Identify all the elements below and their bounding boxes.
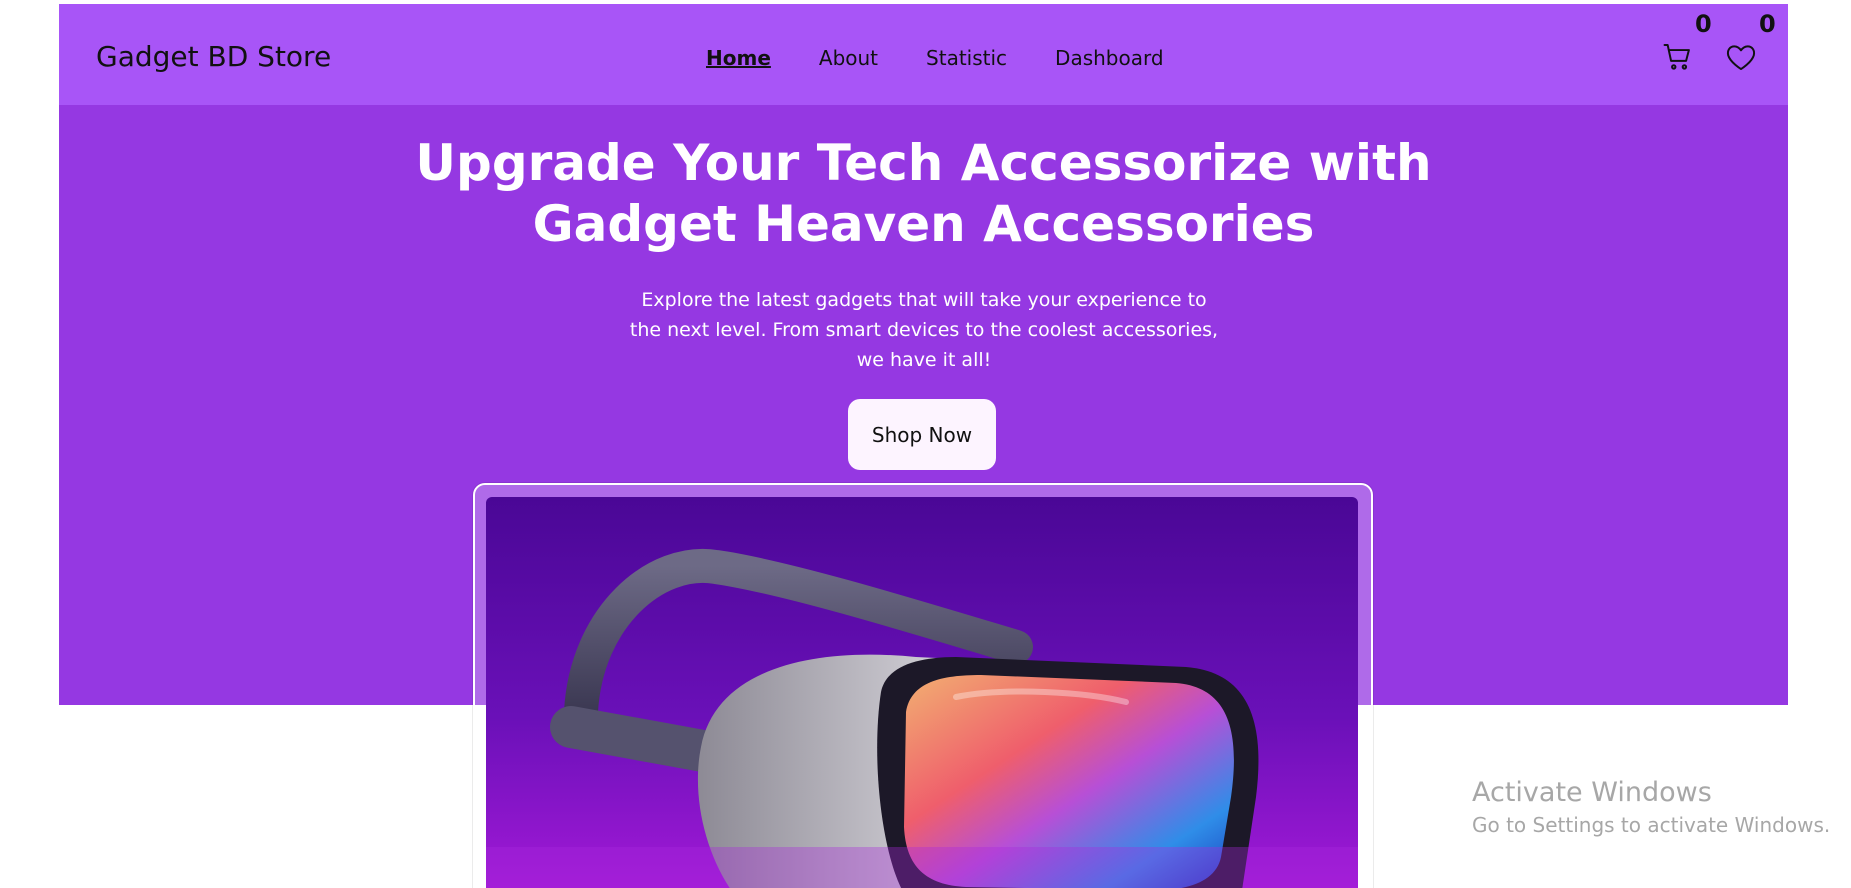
nav-link-statistic[interactable]: Statistic [926,46,1007,70]
shop-now-button[interactable]: Shop Now [848,399,996,470]
nav-link-about[interactable]: About [819,46,878,70]
cart-button[interactable] [1661,40,1695,74]
nav-links: Home About Statistic Dashboard [706,46,1164,70]
windows-activation-watermark: Activate Windows Go to Settings to activ… [1472,776,1830,840]
navbar: Gadget BD Store Home About Statistic Das… [59,4,1788,105]
wishlist-count-badge: 0 [1759,10,1776,38]
vr-headset-illustration [486,497,1358,888]
vr-headset-image [486,497,1358,888]
brand-logo[interactable]: Gadget BD Store [96,40,331,73]
cart-icon [1663,43,1690,70]
hero-subtitle: Explore the latest gadgets that will tak… [629,289,1219,371]
heart-icon [1726,45,1756,71]
hero-title-line-1: Upgrade Your Tech Accessorize with [415,134,1432,192]
watermark-subtitle: Go to Settings to activate Windows. [1472,813,1831,837]
nav-link-home[interactable]: Home [706,46,771,70]
page: Gadget BD Store Home About Statistic Das… [0,0,1851,888]
wishlist-button[interactable] [1724,40,1758,74]
cart-count-badge: 0 [1695,10,1712,38]
hero-title: Upgrade Your Tech Accessorize with Gadge… [59,133,1788,255]
watermark-title: Activate Windows [1472,777,1712,808]
nav-link-dashboard[interactable]: Dashboard [1055,46,1164,70]
hero-title-line-2: Gadget Heaven Accessories [532,195,1315,253]
